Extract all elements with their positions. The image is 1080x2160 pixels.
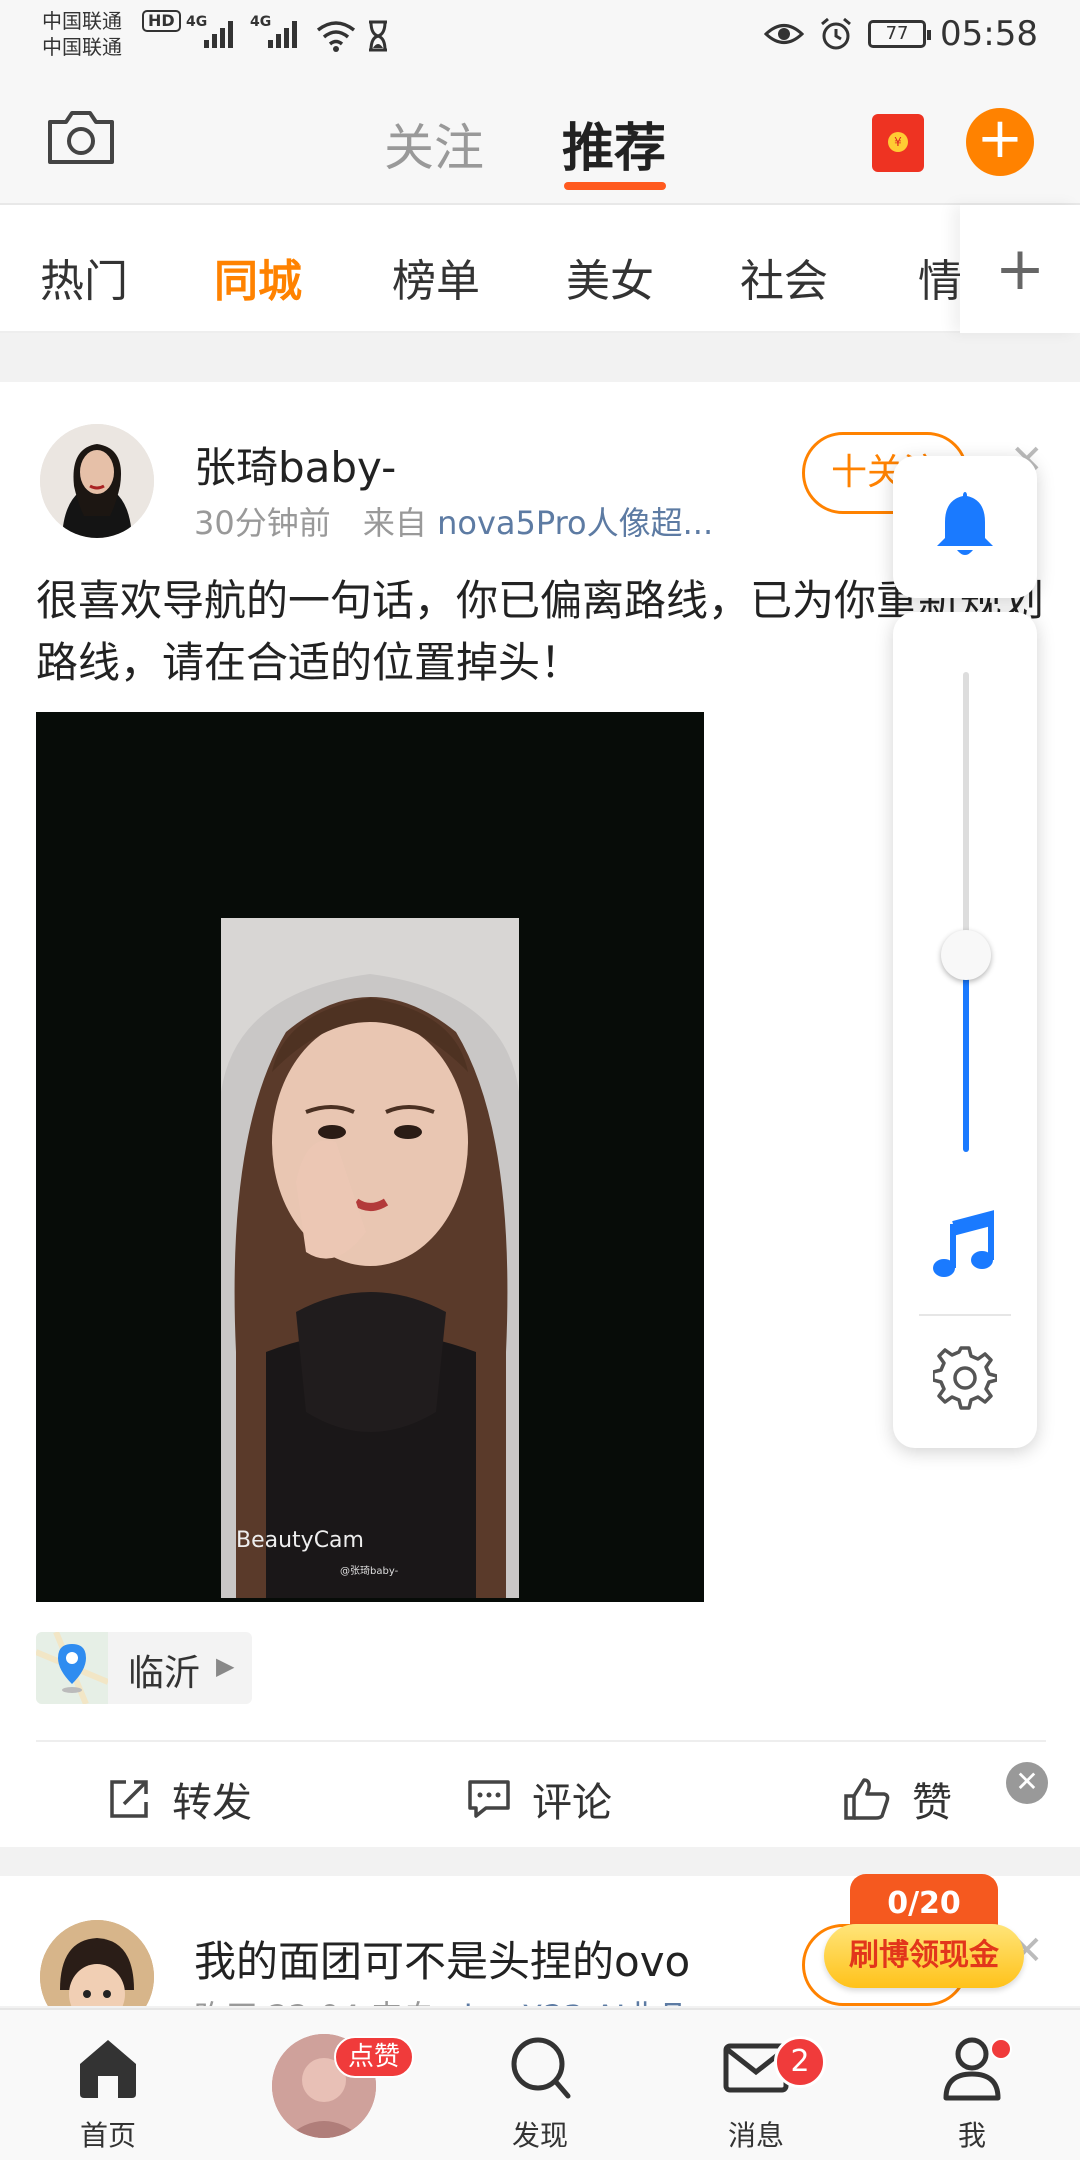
chevron-right-icon: ▶: [216, 1652, 235, 1680]
comment-icon: [468, 1780, 510, 1818]
music-note-icon[interactable]: [931, 1210, 997, 1280]
post-username[interactable]: 张琦baby-: [194, 434, 396, 495]
close-icon[interactable]: ✕: [1006, 1762, 1048, 1804]
post-meta: 30分钟前 来自 nova5Pro人像超...: [194, 498, 713, 544]
post-photo: [36, 712, 704, 1602]
red-packet-icon[interactable]: ¥: [872, 114, 924, 172]
channel-emotion[interactable]: 情: [918, 245, 962, 309]
location-tag[interactable]: 临沂 ▶: [34, 1630, 252, 1706]
carrier-1: 中国联通: [42, 9, 122, 33]
gear-icon[interactable]: [933, 1346, 997, 1410]
status-right: 77 05:58: [764, 14, 1038, 54]
nav-me-label: 我: [957, 2119, 986, 2152]
top-nav: 关注 推荐 ¥ +: [0, 78, 1080, 203]
hourglass-icon: [369, 20, 387, 52]
post-source[interactable]: nova5Pro人像超...: [437, 504, 713, 542]
comment-label: 评论: [532, 1780, 612, 1826]
nav-home-label: 首页: [79, 2119, 136, 2152]
map-thumbnail: [34, 1630, 110, 1706]
channel-beauty[interactable]: 美女: [566, 245, 654, 309]
post-time: 昨天 22:04 来自: [194, 1998, 435, 2006]
repost-button[interactable]: 转发: [106, 1770, 252, 1828]
avatar-photo: [40, 1920, 154, 2006]
channel-more-button[interactable]: +: [960, 205, 1080, 333]
post-time: 30分钟前: [194, 504, 331, 542]
carrier-labels: 中国联通 中国联通: [42, 8, 122, 60]
channel-hot[interactable]: 热门: [40, 245, 128, 309]
carrier-2: 中国联通: [42, 35, 122, 59]
bell-icon[interactable]: [933, 488, 997, 562]
channel-society[interactable]: 社会: [740, 245, 828, 309]
bottom-nav: 首页 点赞 发现 消息 2 我: [0, 2008, 1080, 2160]
volume-panel: [893, 612, 1037, 1448]
tab-follow[interactable]: 关注: [384, 108, 484, 180]
divider: [919, 1314, 1011, 1316]
channel-bar: 热门 同城 榜单 美女 社会 情 +: [0, 203, 1080, 333]
location-name: 临沂: [128, 1653, 201, 1694]
hd-badge: HD: [142, 10, 181, 32]
search-icon: [511, 2037, 571, 2099]
signal-1-icon: [204, 16, 233, 48]
post-source[interactable]: vivo X23 AI非凡: [445, 1998, 690, 2006]
status-bar: 中国联通 中国联通 HD 4G 4G 77 05:58: [0, 0, 1080, 78]
tab-recommend[interactable]: 推荐: [562, 106, 666, 181]
home-icon: [80, 2040, 136, 2098]
eye-icon: [764, 24, 805, 44]
reward-button[interactable]: 刷博领现金: [824, 1924, 1024, 1988]
avatar[interactable]: [40, 1920, 154, 2006]
volume-slider-fill: [963, 962, 969, 1152]
avatar[interactable]: [40, 424, 154, 538]
compose-plus-button[interactable]: +: [966, 108, 1034, 176]
share-icon: [110, 1780, 148, 1818]
channel-local[interactable]: 同城: [214, 245, 302, 309]
like-label: 赞: [912, 1780, 952, 1826]
alarm-icon: [821, 17, 851, 50]
nav-messages-label: 消息: [727, 2119, 784, 2152]
nav-discover[interactable]: 发现: [460, 2010, 620, 2160]
post-source-prefix: 来自: [362, 504, 427, 542]
avatar-photo: [40, 424, 154, 538]
repost-label: 转发: [172, 1780, 252, 1826]
image-handle: @张琦baby-: [340, 1566, 399, 1577]
camera-icon[interactable]: [46, 108, 116, 166]
location-pin-icon: [34, 1630, 110, 1706]
divider: [36, 1740, 1046, 1742]
signal-2-icon: [268, 16, 297, 48]
post-image[interactable]: BeautyCam @张琦baby-: [36, 712, 704, 1602]
ringtone-panel[interactable]: [893, 456, 1037, 598]
thumbs-up-icon: [844, 1778, 890, 1820]
notification-dot: [990, 2038, 1012, 2060]
nav-me[interactable]: 我: [892, 2010, 1052, 2160]
clock: 05:58: [940, 14, 1038, 54]
nav-discover-label: 发现: [511, 2119, 568, 2152]
messages-badge: 2: [774, 2036, 826, 2088]
wifi-icon: [316, 21, 356, 52]
like-badge: 点赞: [334, 2036, 415, 2078]
channel-ranking[interactable]: 榜单: [392, 245, 480, 309]
battery-icon: 77: [868, 20, 932, 48]
post-username[interactable]: 我的面团可不是头捏的ovo: [194, 1928, 690, 1989]
tab-active-indicator: [564, 182, 666, 190]
comment-button[interactable]: 评论: [466, 1770, 612, 1828]
nav-home[interactable]: 首页: [28, 2010, 188, 2160]
like-button[interactable]: 赞: [842, 1770, 952, 1828]
volume-slider-knob[interactable]: [941, 930, 991, 980]
image-watermark: BeautyCam: [236, 1528, 364, 1553]
post-meta: 昨天 22:04 来自 vivo X23 AI非凡: [194, 1992, 689, 2006]
